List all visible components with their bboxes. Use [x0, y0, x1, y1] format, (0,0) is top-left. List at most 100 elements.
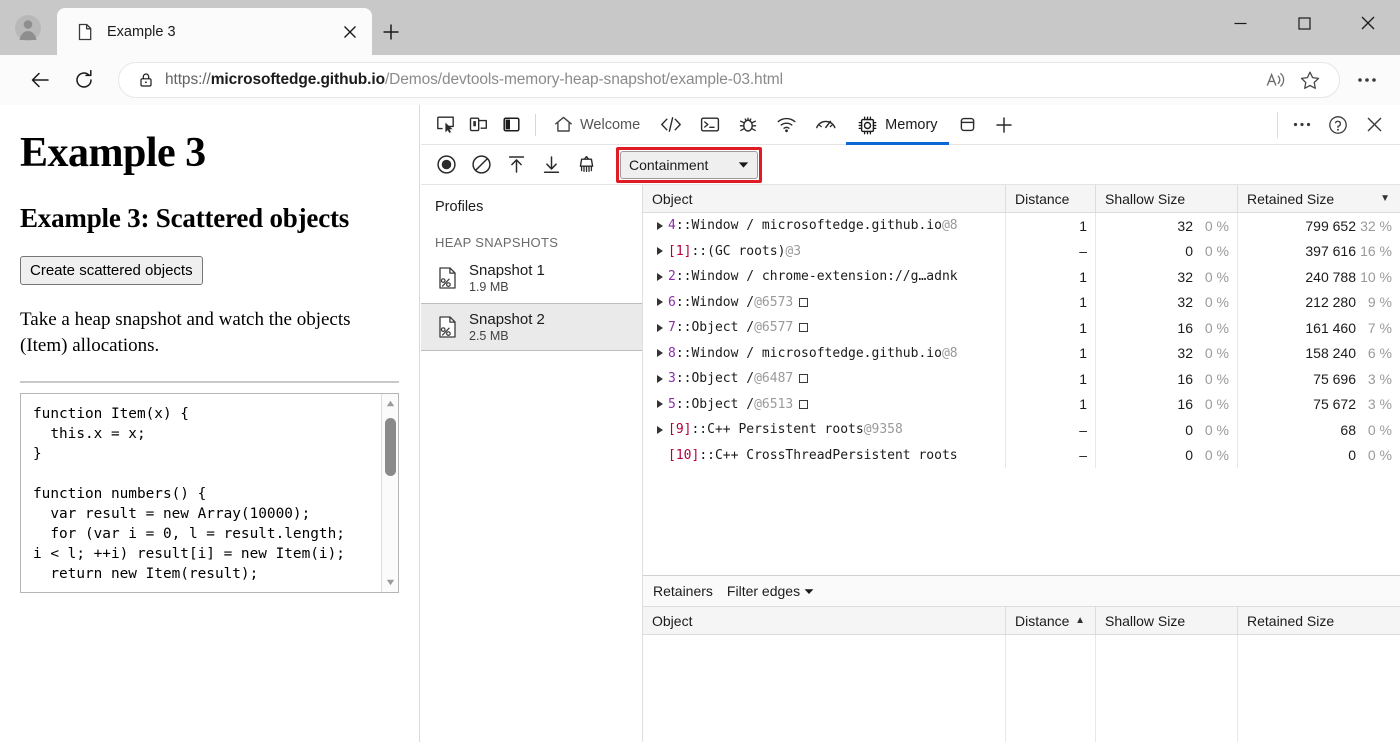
table-row[interactable]: 4 :: Window / microsoftedge.github.io @8… [643, 213, 1400, 239]
more-options-icon [1293, 122, 1311, 127]
snapshot-item-2[interactable]: Snapshot 2 2.5 MB [421, 302, 642, 352]
snapshot-item-1[interactable]: Snapshot 1 1.9 MB [421, 254, 642, 303]
expand-triangle-icon[interactable] [657, 349, 663, 358]
reload-button[interactable] [66, 62, 102, 98]
create-scattered-objects-button[interactable]: Create scattered objects [20, 256, 203, 286]
column-header-object[interactable]: Object [643, 185, 1006, 212]
lock-icon [140, 73, 152, 87]
heap-snapshot-icon [439, 267, 456, 289]
window-maximize-button[interactable] [1272, 0, 1336, 46]
heap-grid-rows: 4 :: Window / microsoftedge.github.io @8… [643, 213, 1400, 575]
close-icon [344, 25, 356, 38]
object-name: (GC roots) [707, 243, 786, 259]
scrollbar-thumb[interactable] [385, 417, 396, 476]
inspect-element-button[interactable] [429, 110, 462, 140]
cell-object: 2 :: Window / chrome-extension://g…adnk [643, 264, 1006, 290]
window-close-button[interactable] [1336, 0, 1400, 46]
cell-shallow-size: 16 0 % [1096, 391, 1238, 417]
close-devtools-icon [1367, 117, 1381, 132]
browser-settings-button[interactable] [1348, 62, 1386, 98]
object-name: Window / chrome-extension://g…adnk [691, 269, 958, 285]
browser-tab-title: Example 3 [107, 23, 176, 40]
reload-icon [76, 69, 92, 88]
devtools-tab-application[interactable] [949, 105, 986, 144]
retainers-column-header-shallow-size[interactable]: Shallow Size [1096, 607, 1238, 634]
tab-close-button[interactable] [336, 18, 364, 46]
devtools-close-button[interactable] [1356, 109, 1392, 141]
load-profile-button[interactable] [499, 150, 534, 180]
device-emulation-button[interactable] [462, 110, 495, 140]
site-info-button[interactable] [131, 72, 161, 88]
cell-object: 6 :: Window / @6573 [643, 289, 1006, 315]
table-row[interactable]: [9] :: C++ Persistent roots @9358–0 0 % 68… [643, 417, 1400, 443]
browser-tab[interactable]: Example 3 [57, 8, 372, 55]
collect-garbage-button[interactable] [569, 150, 604, 180]
scroll-down-button[interactable] [382, 574, 398, 591]
column-header-object-label: Object [652, 190, 693, 207]
back-button[interactable] [22, 62, 58, 98]
scroll-up-button[interactable] [382, 395, 398, 412]
clear-button[interactable] [464, 150, 499, 180]
expand-triangle-icon[interactable] [657, 323, 663, 332]
code-scrollbar[interactable] [381, 393, 398, 592]
devtools-tab-network[interactable] [767, 105, 806, 144]
column-header-retained-size-label: Retained Size [1247, 190, 1335, 207]
column-header-distance[interactable]: Distance [1006, 185, 1096, 212]
retainers-column-header-retained-size[interactable]: Retained Size [1238, 607, 1400, 634]
view-select[interactable]: Containment [620, 150, 758, 179]
table-row[interactable]: 5 :: Object / @6513 1 16 0 % 75 672 3 % [643, 391, 1400, 417]
table-row[interactable]: 3 :: Object / @6487 1 16 0 % 75 696 3 % [643, 366, 1400, 392]
save-profile-button[interactable] [534, 150, 569, 180]
snapshot-item-1-name: Snapshot 1 [469, 262, 545, 279]
table-row[interactable]: 2 :: Window / chrome-extension://g…adnk 1… [643, 264, 1400, 290]
address-bar[interactable]: https://microsoftedge.github.io/Demos/de… [118, 62, 1340, 98]
table-row[interactable]: 8 :: Window / microsoftedge.github.io @8… [643, 340, 1400, 366]
devtools-more-options-button[interactable] [1284, 109, 1320, 141]
column-header-shallow-size[interactable]: Shallow Size [1096, 185, 1238, 212]
performance-gauge-icon [816, 120, 836, 129]
expand-triangle-icon[interactable] [657, 425, 663, 434]
expand-triangle-icon[interactable] [657, 272, 663, 281]
expand-triangle-icon[interactable] [657, 400, 663, 409]
table-row[interactable]: 7 :: Object / @6577 1 16 0 % 161 460 7 % [643, 315, 1400, 341]
cell-distance: 1 [1006, 315, 1096, 341]
devtools-tab-performance[interactable] [806, 105, 846, 144]
sort-ascending-icon: ▲ [1075, 615, 1085, 626]
expand-triangle-icon[interactable] [657, 298, 663, 307]
devtools-tab-console[interactable] [691, 105, 729, 144]
expand-triangle-icon[interactable] [657, 374, 663, 383]
filter-edges-dropdown[interactable]: Filter edges [727, 583, 814, 599]
retainers-column-header-distance[interactable]: Distance ▲ [1006, 607, 1096, 634]
expand-triangle-icon[interactable] [657, 221, 663, 230]
table-row[interactable]: [1] :: (GC roots) @3–0 0 % 397 616 16 % [643, 238, 1400, 264]
cell-distance: 1 [1006, 340, 1096, 366]
devtools-tab-memory[interactable]: Memory [846, 105, 949, 145]
table-row[interactable]: 6 :: Window / @6573 1 32 0 % 212 280 9 % [643, 289, 1400, 315]
detached-node-icon [799, 374, 809, 384]
devtools-tab-welcome[interactable]: Welcome [543, 105, 651, 144]
retainers-empty-object-column [643, 635, 1006, 742]
browser-title-bar: Example 3 [0, 0, 1400, 55]
plus-icon [383, 24, 399, 40]
devtools-tab-debugger[interactable] [729, 105, 767, 144]
record-button[interactable] [429, 150, 464, 180]
devtools-help-button[interactable] [1320, 109, 1356, 141]
retainers-title: Retainers [653, 583, 713, 599]
devtools-tab-memory-label: Memory [885, 116, 938, 133]
detached-node-icon [799, 297, 809, 307]
devtools-tab-elements[interactable] [651, 105, 691, 144]
profile-button[interactable] [7, 9, 49, 47]
new-tab-button[interactable] [375, 16, 407, 48]
column-header-retained-size[interactable]: Retained Size ▼ [1238, 185, 1400, 212]
inspect-element-icon [437, 116, 454, 133]
object-separator: :: [691, 422, 708, 438]
devtools-add-panel-button[interactable] [986, 105, 1022, 144]
table-row[interactable]: [10] :: C++ CrossThreadPersistent roots –… [643, 442, 1400, 468]
expand-triangle-icon[interactable] [657, 247, 663, 256]
window-minimize-button[interactable] [1208, 0, 1272, 46]
favorite-button[interactable] [1293, 64, 1327, 96]
dock-side-button[interactable] [495, 110, 528, 140]
read-aloud-button[interactable] [1259, 64, 1293, 96]
retainers-column-header-object[interactable]: Object [643, 607, 1006, 634]
memory-panel-body: Profiles HEAP SNAPSHOTS Snapshot 1 1.9 M… [421, 185, 1400, 742]
